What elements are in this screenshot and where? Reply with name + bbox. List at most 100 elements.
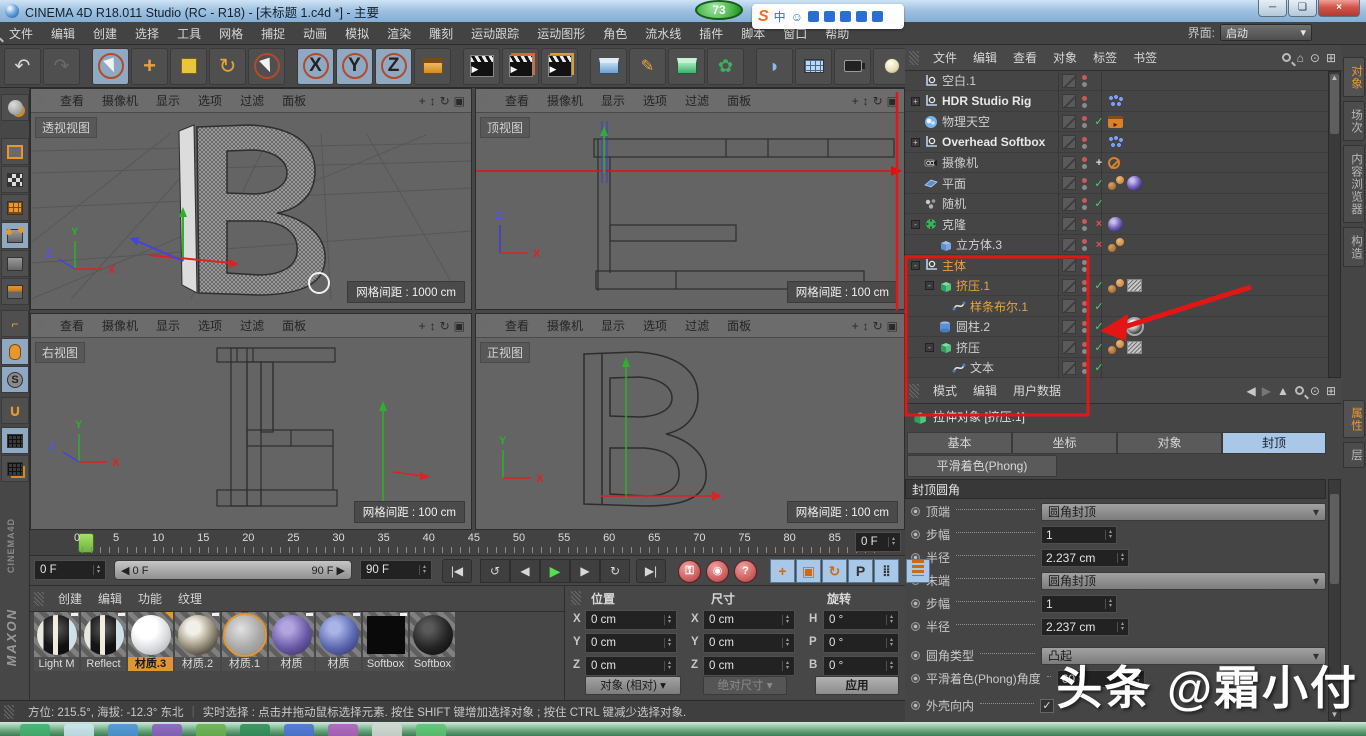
rot-b-field[interactable]: 0 °▴▾ bbox=[823, 656, 899, 676]
rot-p-field[interactable]: 0 °▴▾ bbox=[823, 633, 899, 653]
goto-end-button[interactable]: ▶| bbox=[636, 559, 666, 583]
key-parameter-toggle[interactable]: P bbox=[848, 559, 873, 583]
object-name[interactable]: 圆柱.2 bbox=[956, 318, 990, 335]
user-icon[interactable] bbox=[840, 11, 851, 22]
snap-button[interactable]: S bbox=[1, 366, 29, 393]
object-row[interactable]: 摄像机+ bbox=[905, 153, 1328, 173]
ime-toolbar[interactable]: S 中 ☺ bbox=[752, 4, 904, 29]
add-spline-button[interactable]: ✎ bbox=[629, 48, 666, 85]
taskbar-item[interactable] bbox=[328, 724, 358, 736]
redo-button[interactable]: ↷ bbox=[43, 48, 80, 85]
object-row[interactable]: 圆柱.2✓ bbox=[905, 317, 1328, 337]
taskbar-item[interactable] bbox=[152, 724, 182, 736]
interface-dropdown[interactable]: 启动▾ bbox=[1220, 24, 1312, 41]
layer-color-box[interactable] bbox=[1062, 340, 1076, 354]
visibility-dot-editor[interactable] bbox=[1082, 342, 1087, 347]
keyframe-dot-icon[interactable] bbox=[911, 599, 920, 608]
material-item[interactable]: 材质 bbox=[316, 612, 361, 671]
layer-color-box[interactable] bbox=[1062, 258, 1076, 272]
expand-toggle[interactable]: - bbox=[911, 220, 920, 229]
viewport-solo-button[interactable] bbox=[1, 338, 29, 365]
tab-caps[interactable]: 封顶 bbox=[1222, 432, 1326, 454]
maximize-view-icon[interactable]: ▣ bbox=[454, 94, 465, 108]
workplane-align-button[interactable] bbox=[1, 455, 29, 482]
material-item[interactable]: Softbox bbox=[363, 612, 408, 671]
viewport-perspective[interactable]: 查看摄像机显示选项过滤面板 +↕↻▣ Y X Z 透视 bbox=[30, 88, 472, 310]
enabled-check-icon[interactable]: ✓ bbox=[1092, 361, 1106, 374]
panel-grip[interactable] bbox=[35, 94, 45, 108]
pos-y-field[interactable]: 0 cm▴▾ bbox=[585, 633, 677, 653]
taskbar-item[interactable] bbox=[108, 724, 138, 736]
taskbar-item[interactable] bbox=[284, 724, 314, 736]
tab-object[interactable]: 对象 bbox=[1117, 432, 1222, 454]
visibility-dot-render[interactable] bbox=[1082, 246, 1087, 251]
enabled-check-icon[interactable]: ✓ bbox=[1092, 300, 1106, 313]
visibility-dot-editor[interactable] bbox=[1082, 260, 1087, 265]
panel-grip[interactable] bbox=[571, 591, 581, 605]
object-row[interactable]: -挤压✓ bbox=[905, 338, 1328, 358]
enabled-check-icon[interactable]: ✓ bbox=[1092, 115, 1106, 128]
next-frame-button[interactable]: ▶ bbox=[570, 559, 600, 583]
visibility-dot-render[interactable] bbox=[1082, 226, 1087, 231]
windows-taskbar[interactable] bbox=[0, 722, 1366, 736]
visibility-dot-editor[interactable] bbox=[1082, 157, 1087, 162]
add-deformer-button[interactable]: ◗ bbox=[756, 48, 793, 85]
taskbar-item[interactable] bbox=[240, 724, 270, 736]
object-row[interactable]: 样条布尔.1✓ bbox=[905, 297, 1328, 317]
tab-attributes[interactable]: 属性 bbox=[1343, 400, 1365, 438]
top-canvas[interactable]: Z X bbox=[476, 113, 904, 309]
object-row[interactable]: 随机✓ bbox=[905, 194, 1328, 214]
top-cap-dropdown[interactable]: 圆角封顶▾ bbox=[1041, 503, 1326, 521]
layer-color-box[interactable] bbox=[1062, 176, 1076, 190]
move-tool[interactable]: + bbox=[131, 48, 168, 85]
om-menu-item[interactable]: 查看 bbox=[1005, 49, 1045, 66]
texture-tag-icon[interactable] bbox=[1127, 279, 1142, 292]
size-z-field[interactable]: 0 cm▴▾ bbox=[703, 656, 795, 676]
minimize-button[interactable]: ─ bbox=[1258, 0, 1287, 17]
material-item[interactable]: 材质.1 bbox=[222, 612, 267, 671]
enabled-check-icon[interactable]: ✓ bbox=[1092, 341, 1106, 354]
radius-field[interactable]: 2.237 cm▴▾ bbox=[1041, 549, 1129, 567]
material-tag-chrome-icon[interactable] bbox=[1127, 319, 1142, 334]
menu-item[interactable]: 渲染 bbox=[378, 27, 420, 41]
taskbar-item[interactable] bbox=[196, 724, 226, 736]
visibility-dot-editor[interactable] bbox=[1082, 219, 1087, 224]
phong-tag-icon[interactable] bbox=[1108, 238, 1124, 252]
coordinate-system-toggle[interactable] bbox=[414, 48, 451, 85]
visibility-dot-editor[interactable] bbox=[1082, 116, 1087, 121]
restore-button[interactable]: ❏ bbox=[1288, 0, 1317, 17]
axis-mode-button[interactable]: ⌐ bbox=[1, 310, 29, 337]
viewport-menu-item[interactable]: 查看 bbox=[496, 92, 538, 109]
menu-item[interactable]: 捕捉 bbox=[252, 27, 294, 41]
viewport-menu-item[interactable]: 面板 bbox=[718, 92, 760, 109]
viewport-menu-item[interactable]: 显示 bbox=[147, 92, 189, 109]
viewport-menu-item[interactable]: 摄像机 bbox=[93, 317, 147, 334]
visibility-dot-render[interactable] bbox=[1082, 308, 1087, 313]
back-icon[interactable]: ◀ bbox=[1247, 384, 1256, 398]
material-menu-item[interactable]: 功能 bbox=[130, 590, 170, 607]
add-camera-button[interactable] bbox=[834, 48, 871, 85]
visibility-dot-render[interactable] bbox=[1082, 328, 1087, 333]
tab-layers[interactable]: 层 bbox=[1343, 442, 1365, 468]
taskbar-item[interactable] bbox=[64, 724, 94, 736]
pos-z-field[interactable]: 0 cm▴▾ bbox=[585, 656, 677, 676]
viewport-menu-item[interactable]: 过滤 bbox=[676, 317, 718, 334]
add-floor-button[interactable] bbox=[795, 48, 832, 85]
menu-item[interactable]: 流水线 bbox=[636, 27, 690, 41]
pos-x-field[interactable]: 0 cm▴▾ bbox=[585, 610, 677, 630]
visibility-dot-render[interactable] bbox=[1082, 349, 1087, 354]
object-name[interactable]: 主体 bbox=[942, 257, 966, 274]
x-axis-lock[interactable]: X bbox=[297, 48, 334, 85]
am-menu-item[interactable]: 编辑 bbox=[965, 382, 1005, 399]
layer-color-box[interactable] bbox=[1062, 320, 1076, 334]
mic-icon[interactable] bbox=[808, 11, 819, 22]
phong-tag-icon[interactable] bbox=[1108, 279, 1124, 293]
keyframe-selection-button[interactable]: ? bbox=[734, 560, 757, 583]
lock-icon[interactable]: ⊙ bbox=[1310, 384, 1320, 398]
om-menu-item[interactable]: 编辑 bbox=[965, 49, 1005, 66]
menu-item[interactable]: 运动跟踪 bbox=[462, 27, 528, 41]
viewport-menu-item[interactable]: 选项 bbox=[189, 92, 231, 109]
layer-color-box[interactable] bbox=[1062, 94, 1076, 108]
keyframe-dot-icon[interactable] bbox=[911, 622, 920, 631]
add-mograph-button[interactable]: ✿ bbox=[707, 48, 744, 85]
